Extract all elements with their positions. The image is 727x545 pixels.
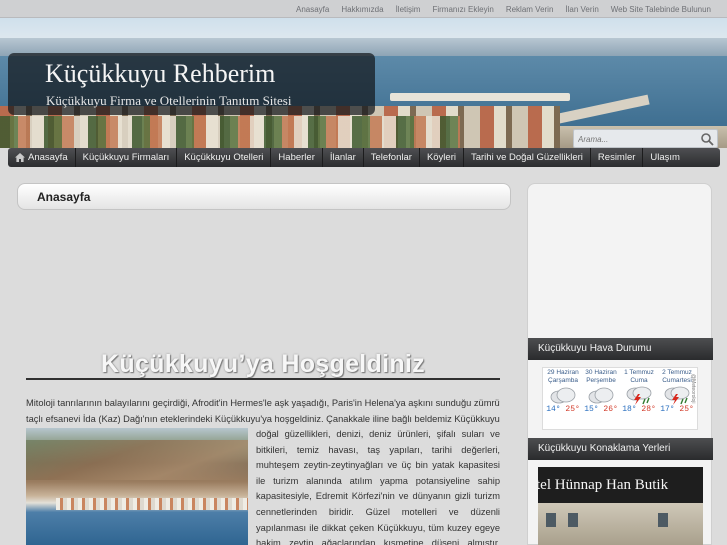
weather-date: 29 Haziran Çarşamba bbox=[547, 369, 579, 384]
hotel-building bbox=[538, 503, 703, 545]
weather-date: 30 Haziran Perşembe bbox=[585, 369, 617, 384]
storm-icon bbox=[626, 386, 652, 405]
nav-item-ads[interactable]: İlanlar bbox=[323, 148, 364, 167]
intro-line-1: Mitoloji tanrılarının balayılarını geçir… bbox=[26, 398, 500, 408]
weather-high: 26° bbox=[603, 405, 618, 414]
hotel-slideshow[interactable]: tel Hünnap Han Butik bbox=[538, 467, 703, 545]
sidebar: Küçükkuyu Hava Durumu 29 Haziran Çarşamb… bbox=[527, 183, 713, 545]
weather-low: 18° bbox=[622, 405, 637, 414]
weather-widget[interactable]: 29 Haziran Çarşamba 14° 25° 30 Haziran P… bbox=[542, 367, 698, 430]
weather-day: 30 Haziran Perşembe 15° 26° bbox=[582, 369, 620, 429]
banner-trees bbox=[0, 116, 460, 148]
nav-item-villages[interactable]: Köyleri bbox=[420, 148, 464, 167]
search-icon[interactable] bbox=[700, 132, 714, 146]
search-box bbox=[573, 129, 718, 148]
page-title-bar: Anasayfa bbox=[17, 183, 511, 210]
heading-divider bbox=[26, 378, 500, 380]
nav-item-transport[interactable]: Ulaşım bbox=[643, 148, 687, 167]
nav-item-history-nature[interactable]: Tarihi ve Doğal Güzellikleri bbox=[464, 148, 591, 167]
storm-icon bbox=[664, 386, 690, 405]
empty-ad-area bbox=[17, 218, 511, 338]
photo-mountain bbox=[26, 440, 248, 480]
weather-high: 25° bbox=[679, 405, 694, 414]
top-link-add-firm[interactable]: Firmanızı Ekleyin bbox=[426, 0, 499, 14]
town-photo bbox=[26, 428, 248, 545]
top-link-advertise[interactable]: Reklam Verin bbox=[500, 0, 560, 14]
hotel-banner-text: tel Hünnap Han Butik bbox=[538, 477, 669, 493]
site-title-box[interactable]: Küçükkuyu Rehberim Küçükkuyu Firma ve Ot… bbox=[8, 53, 375, 115]
welcome-heading: Küçükkuyu’ya Hoşgeldiniz bbox=[101, 350, 425, 378]
intro-line-2: taçlı efsanevi İda (Kaz) Dağı'nın etekle… bbox=[26, 413, 500, 424]
nav-item-pictures[interactable]: Resimler bbox=[591, 148, 644, 167]
weather-day: 29 Haziran Çarşamba 14° 25° bbox=[544, 369, 582, 429]
nav-item-firms[interactable]: Küçükkuyu Firmaları bbox=[76, 148, 178, 167]
banner-pier bbox=[390, 93, 570, 101]
top-link-contact[interactable]: İletişim bbox=[390, 0, 427, 14]
weather-high: 25° bbox=[565, 405, 580, 414]
weather-low: 15° bbox=[584, 405, 599, 414]
top-link-about[interactable]: Hakkımızda bbox=[335, 0, 389, 14]
weather-date: 1 Temmuz Cuma bbox=[624, 369, 654, 384]
nav-label-home: Anasayfa bbox=[28, 152, 68, 163]
top-link-website-request[interactable]: Web Site Talebinde Bulunun bbox=[605, 0, 717, 14]
search-input[interactable] bbox=[578, 132, 698, 146]
hotel-window bbox=[568, 513, 578, 527]
page-title: Anasayfa bbox=[37, 190, 91, 204]
nav-item-news[interactable]: Haberler bbox=[271, 148, 323, 167]
photo-town bbox=[56, 498, 248, 510]
nav-item-home[interactable]: Anasayfa bbox=[8, 148, 76, 167]
cloud-icon bbox=[588, 387, 614, 404]
intro-text-lead: Mitoloji tanrılarının balayılarını geçir… bbox=[26, 396, 500, 427]
weather-high: 28° bbox=[641, 405, 656, 414]
hotel-window bbox=[546, 513, 556, 527]
header-banner: Küçükkuyu Rehberim Küçükkuyu Firma ve Ot… bbox=[0, 18, 727, 148]
top-link-home[interactable]: Anasayfa bbox=[290, 0, 335, 14]
hotel-window bbox=[658, 513, 668, 527]
weather-title: Küçükkuyu Hava Durumu bbox=[528, 338, 713, 360]
nav-item-phones[interactable]: Telefonlar bbox=[364, 148, 420, 167]
main-nav: Anasayfa Küçükkuyu Firmaları Küçükkuyu O… bbox=[8, 148, 720, 167]
intro-text-body: doğal güzellikleri, denizi, deniz ürünle… bbox=[256, 429, 500, 545]
home-icon bbox=[15, 153, 25, 162]
site-subtitle: Küçükkuyu Firma ve Otellerinin Tanıtım S… bbox=[46, 93, 292, 108]
site-title[interactable]: Küçükkuyu Rehberim bbox=[45, 59, 275, 89]
weather-day: 1 Temmuz Cuma 18° 28° bbox=[620, 369, 658, 429]
weather-low: 17° bbox=[660, 405, 675, 414]
weather-low: 14° bbox=[546, 405, 561, 414]
weather-brand[interactable]: @Meteoroloji bbox=[690, 374, 696, 404]
hotels-title: Küçükkuyu Konaklama Yerleri bbox=[528, 438, 713, 460]
cloud-icon bbox=[550, 387, 576, 404]
top-link-post-ad[interactable]: İlan Verin bbox=[559, 0, 604, 14]
top-links-bar: Anasayfa Hakkımızda İletişim Firmanızı E… bbox=[0, 0, 727, 18]
nav-item-hotels[interactable]: Küçükkuyu Otelleri bbox=[177, 148, 272, 167]
